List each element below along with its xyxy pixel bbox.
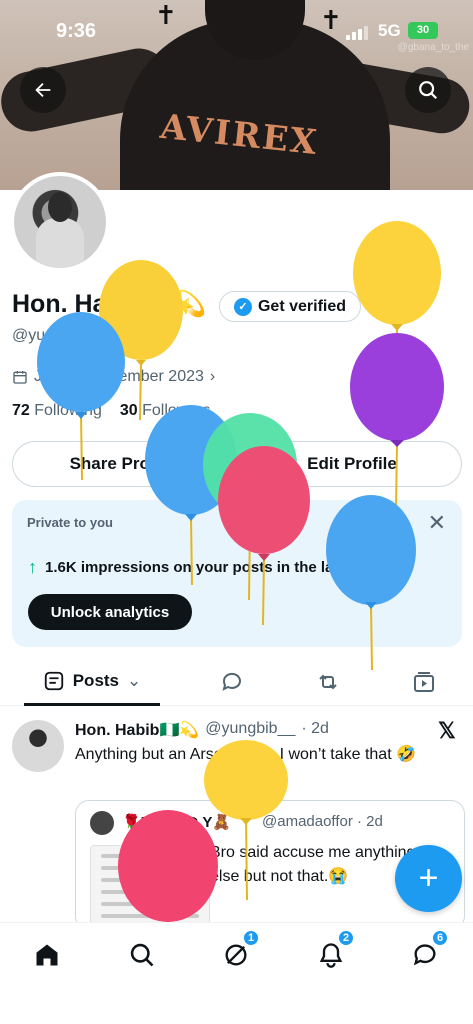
edit-profile-button[interactable]: Edit Profile	[242, 441, 462, 487]
signal-icon	[346, 26, 368, 40]
bottom-navigation: 1 2 6	[0, 922, 473, 1024]
notifications-badge: 2	[337, 929, 355, 947]
search-icon	[419, 81, 438, 100]
share-profile-button[interactable]: Share Profile	[12, 441, 232, 487]
quote-avatar	[90, 811, 114, 835]
tweet-text: Anything but an Arsenal fan, I won’t tak…	[75, 746, 417, 763]
tab-posts[interactable]: Posts ⌄	[24, 658, 160, 706]
follow-stats: 72 Following 30 Followers	[12, 402, 211, 420]
back-button[interactable]	[20, 67, 66, 113]
nav-notifications[interactable]: 2	[311, 929, 355, 973]
verified-badge-icon: ✓	[233, 297, 252, 316]
home-icon	[36, 944, 58, 966]
tweet-author-handle: @yungbib__	[205, 720, 296, 737]
profile-tabs: Posts ⌄	[0, 658, 473, 706]
reply-icon	[222, 672, 241, 691]
media-icon	[414, 672, 434, 692]
following-label: Following	[34, 402, 102, 419]
avatar-body	[36, 218, 84, 268]
profile-handle: @yungbib__	[12, 327, 103, 344]
chevron-right-icon: ›	[209, 368, 216, 385]
private-analytics-card: Private to you ✕ ↑ 1.6K impressions on y…	[12, 500, 462, 647]
following-link[interactable]: 72 Following	[12, 402, 102, 420]
tab-media[interactable]	[404, 658, 444, 706]
quote-author-handle: @amadaoffor · 2d	[262, 813, 383, 830]
tweet-time: · 2d	[301, 720, 329, 737]
followers-label: Followers	[142, 402, 211, 419]
joined-label: Joined September 2023	[34, 368, 204, 385]
nav-search[interactable]	[122, 937, 162, 973]
search-button[interactable]	[405, 67, 451, 113]
tweet-avatar[interactable]	[12, 720, 64, 772]
profile-name: Hon. Habib🇳🇬💫	[12, 290, 207, 318]
messages-badge: 6	[431, 929, 449, 947]
posts-icon	[44, 671, 63, 690]
tweet-author-name: Hon. Habib🇳🇬💫	[75, 722, 200, 739]
balloon	[353, 221, 441, 391]
repost-icon	[319, 674, 337, 690]
nav-messages[interactable]: 6	[405, 929, 449, 973]
tab-reposts[interactable]	[308, 658, 348, 706]
status-time: 9:36	[56, 20, 97, 42]
avatar-face	[48, 192, 72, 222]
followers-count: 30	[119, 402, 138, 419]
calendar-icon	[13, 371, 27, 384]
battery-level: 30	[416, 24, 430, 36]
arrow-left-icon	[35, 82, 51, 98]
battery-icon: 30	[408, 22, 438, 39]
quote-text: Bro said accuse me anything else but not…	[210, 844, 416, 885]
close-icon[interactable]: ✕	[428, 510, 446, 536]
status-bar: 9:36 5G 30	[0, 0, 473, 60]
chevron-down-icon: ⌄	[127, 670, 142, 690]
profile-avatar[interactable]	[10, 172, 110, 272]
joined-date: Joined September 2023 ›	[12, 368, 215, 386]
unlock-analytics-button[interactable]: Unlock analytics	[28, 594, 192, 630]
quote-author-name: 🌹M.A.D.D.Y🧸	[122, 814, 232, 831]
private-label: Private to you	[27, 515, 113, 530]
get-verified-button[interactable]: ✓ Get verified	[219, 291, 361, 322]
network-type: 5G	[378, 21, 401, 40]
arrow-up-icon: ↑	[28, 557, 37, 577]
nav-grok[interactable]: 1	[216, 929, 260, 973]
nav-home[interactable]	[27, 937, 67, 973]
tab-replies[interactable]	[212, 658, 252, 706]
tweet-header: Hon. Habib🇳🇬💫 @yungbib__ · 2d	[75, 720, 329, 740]
following-count: 72	[12, 402, 30, 419]
tab-posts-label: Posts	[72, 670, 120, 690]
balloon	[99, 260, 183, 421]
compose-button[interactable]: +	[395, 845, 462, 912]
get-verified-label: Get verified	[257, 297, 347, 315]
search-icon	[130, 943, 154, 967]
impressions-text: 1.6K impressions on your posts in the la…	[45, 559, 398, 576]
quote-media-thumbnail[interactable]	[90, 845, 210, 929]
impressions-row: ↑ 1.6K impressions on your posts in the …	[28, 557, 398, 578]
grok-badge: 1	[242, 929, 260, 947]
x-logo-icon: 𝕏	[438, 718, 456, 743]
plus-icon: +	[418, 859, 439, 897]
followers-link[interactable]: 30 Followers	[120, 402, 211, 420]
